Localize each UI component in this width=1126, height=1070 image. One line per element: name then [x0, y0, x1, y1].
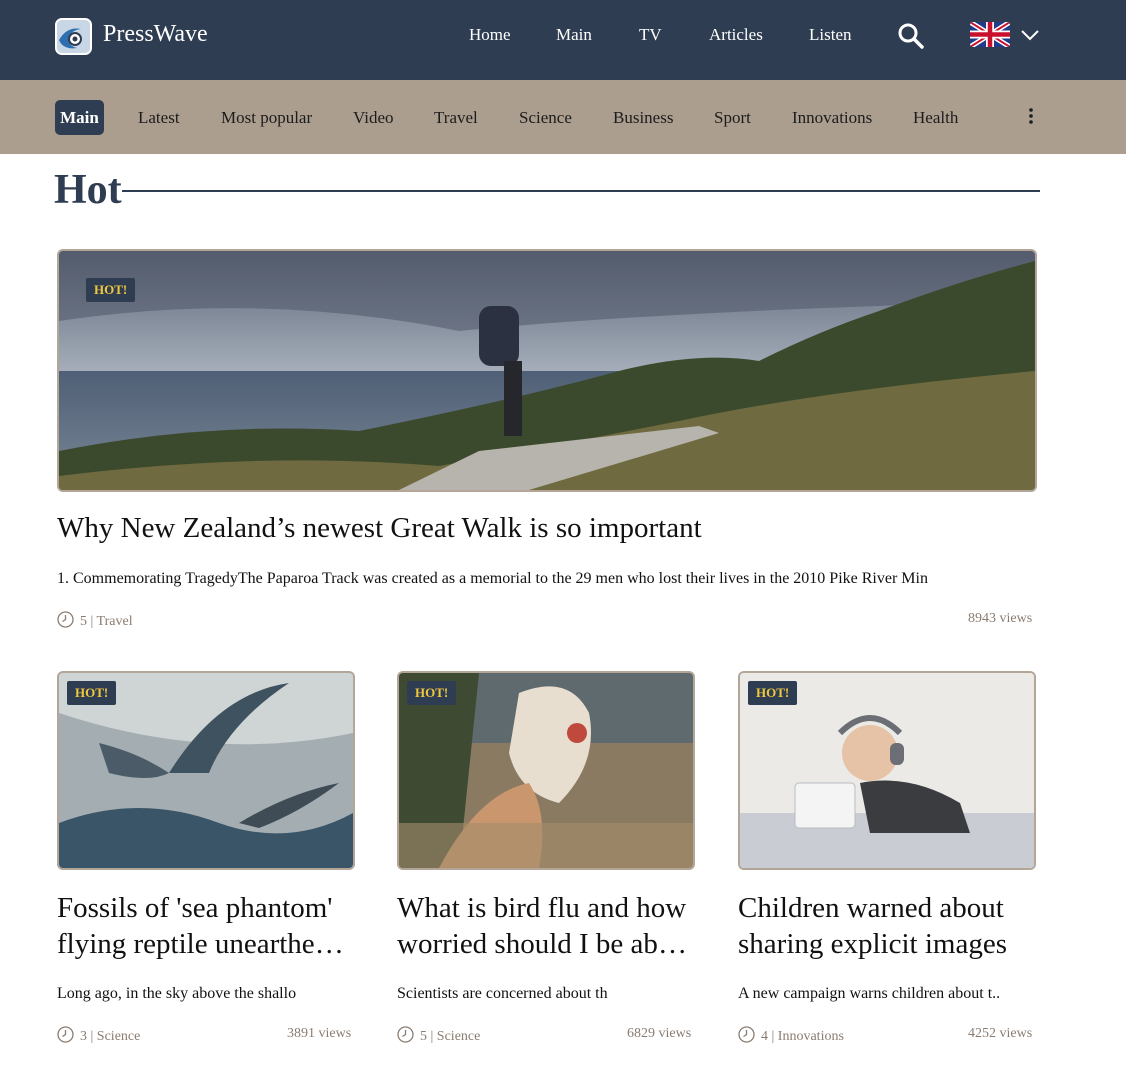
card-meta: 3 | Science: [57, 1026, 140, 1045]
category-innovations[interactable]: Innovations: [792, 108, 872, 128]
nav-articles[interactable]: Articles: [709, 25, 763, 45]
search-icon[interactable]: [897, 22, 925, 50]
card-excerpt: A new campaign warns children about t..: [738, 985, 1001, 1002]
clock-icon: [738, 1026, 755, 1043]
nav-main[interactable]: Main: [556, 25, 592, 45]
card-title[interactable]: Children warned about sharing explicit i…: [738, 890, 1038, 962]
hero-title[interactable]: Why New Zealand’s newest Great Walk is s…: [57, 512, 702, 545]
hot-badge: HOT!: [748, 681, 798, 705]
category-latest[interactable]: Latest: [138, 108, 180, 128]
card-image[interactable]: HOT!: [738, 671, 1036, 870]
chevron-down-icon[interactable]: [1019, 27, 1041, 43]
card-excerpt: Long ago, in the sky above the shallo: [57, 985, 297, 1002]
hero-image[interactable]: HOT!: [57, 249, 1037, 492]
card-views: 4252 views: [968, 1026, 1033, 1041]
category-video[interactable]: Video: [353, 108, 394, 128]
hero-excerpt: 1. Commemorating TragedyThe Paparoa Trac…: [57, 570, 928, 587]
card-meta: 4 | Innovations: [738, 1026, 844, 1045]
nav-tv[interactable]: TV: [639, 25, 662, 45]
card-excerpt: Scientists are concerned about th: [397, 985, 608, 1002]
card-image[interactable]: HOT!: [397, 671, 695, 870]
hot-badge: HOT!: [67, 681, 117, 705]
clock-icon: [57, 611, 74, 628]
card-title[interactable]: Fossils of 'sea phantom' flying reptile …: [57, 890, 357, 962]
category-health[interactable]: Health: [913, 108, 958, 128]
nav-home[interactable]: Home: [469, 25, 511, 45]
uk-flag-icon[interactable]: [970, 22, 1010, 47]
card-meta-text: 5 | Science: [420, 1029, 481, 1044]
hero-views: 8943 views: [968, 611, 1033, 626]
more-vertical-icon[interactable]: [1022, 106, 1040, 126]
category-most-popular[interactable]: Most popular: [221, 108, 312, 128]
category-travel[interactable]: Travel: [434, 108, 478, 128]
card-meta: 5 | Science: [397, 1026, 480, 1045]
section-divider: [122, 190, 1040, 192]
clock-icon: [57, 1026, 74, 1043]
card-title[interactable]: What is bird flu and how worried should …: [397, 890, 697, 962]
category-main[interactable]: Main: [55, 100, 104, 135]
hot-badge: HOT!: [407, 681, 457, 705]
category-science[interactable]: Science: [519, 108, 572, 128]
category-sport[interactable]: Sport: [714, 108, 751, 128]
card-meta-text: 4 | Innovations: [761, 1029, 844, 1044]
nav-listen[interactable]: Listen: [809, 25, 852, 45]
card-meta-text: 3 | Science: [80, 1029, 141, 1044]
brand-name[interactable]: PressWave: [103, 21, 208, 48]
section-title: Hot: [54, 167, 122, 213]
clock-icon: [397, 1026, 414, 1043]
hot-badge: HOT!: [86, 278, 136, 302]
brand-logo-icon[interactable]: [55, 18, 92, 55]
card-image[interactable]: HOT!: [57, 671, 355, 870]
category-business[interactable]: Business: [613, 108, 673, 128]
category-bar: Main Latest Most popular Video Travel Sc…: [0, 80, 1126, 154]
card-views: 6829 views: [627, 1026, 692, 1041]
top-navigation-bar: PressWave Home Main TV Articles Listen: [0, 0, 1126, 80]
hero-meta: 5 | Travel: [57, 611, 133, 630]
card-views: 3891 views: [287, 1026, 352, 1041]
hero-meta-text: 5 | Travel: [80, 614, 133, 629]
